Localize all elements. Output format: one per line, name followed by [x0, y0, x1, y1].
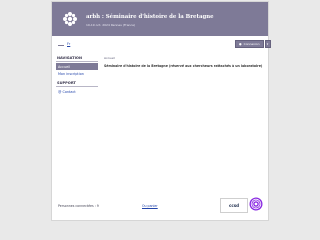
site-subtitle: 19-19 oct. 2024 Rennes (France) [86, 23, 136, 27]
main-content: Accueil Séminaire d'histoire de la Breta… [104, 56, 264, 68]
online-users-count: Personnes connectées : 9 [58, 204, 99, 208]
page-description: Séminaire d'histoire de la Bretagne (rés… [104, 64, 263, 68]
hal-logo-icon[interactable] [249, 197, 263, 211]
login-button[interactable]: ● Connexion [235, 40, 264, 48]
footer-link[interactable]: Ou panier [142, 204, 158, 208]
support-title: SUPPORT [56, 81, 98, 87]
conference-logo-icon [63, 12, 77, 26]
navigation-title: NAVIGATION [56, 56, 98, 62]
user-menu: ● Connexion ▾ [235, 40, 271, 48]
sidebar-item-accueil[interactable]: Accueil [56, 63, 98, 70]
sidebar: NAVIGATION Accueil Mon inscription SUPPO… [56, 56, 98, 95]
chevron-down-icon[interactable]: ▾ [264, 40, 271, 48]
language-link-fr[interactable]: Fr [67, 42, 70, 46]
breadcrumb[interactable]: Accueil [104, 56, 264, 60]
language-switcher: Fr [58, 40, 70, 48]
ccsd-logo[interactable]: ccsd [220, 198, 248, 213]
sidebar-item-inscription[interactable]: Mon inscription [56, 70, 98, 77]
site-title: arbh : Séminaire d'histoire de la Bretag… [86, 14, 214, 20]
flag-icon [58, 42, 64, 46]
site-header: arbh : Séminaire d'histoire de la Bretag… [52, 2, 268, 36]
page-container: arbh : Séminaire d'histoire de la Bretag… [52, 2, 271, 220]
sidebar-item-contact[interactable]: @ Contact [56, 88, 98, 95]
login-button-label: Connexion [243, 42, 260, 46]
user-icon: ● [239, 42, 242, 46]
